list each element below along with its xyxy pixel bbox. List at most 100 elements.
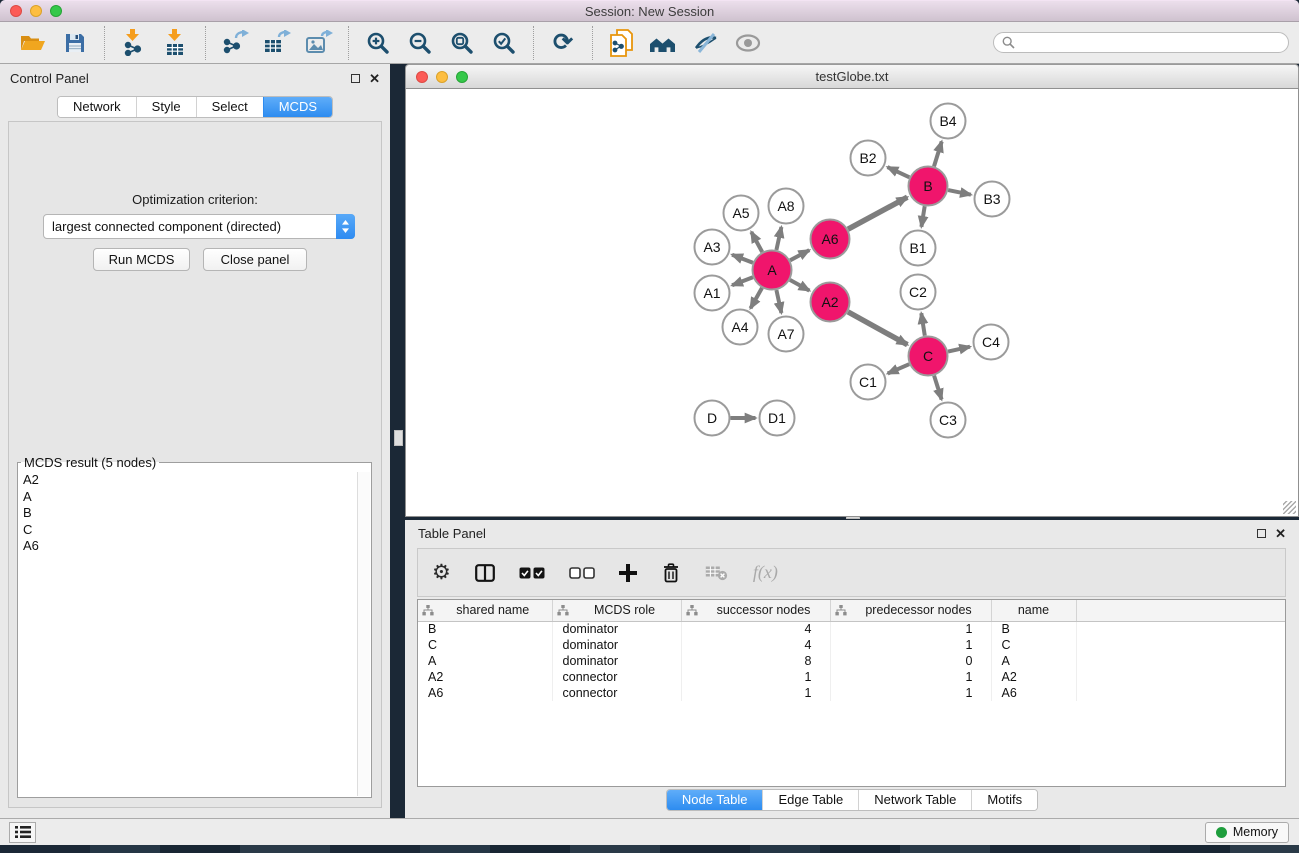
graph-node-D[interactable]: D (695, 401, 730, 436)
tab-network-table[interactable]: Network Table (858, 790, 971, 810)
graph-node-B1[interactable]: B1 (901, 231, 936, 266)
tab-node-table[interactable]: Node Table (667, 790, 763, 810)
graph-edge-A-A7[interactable] (776, 290, 781, 313)
graph-node-A[interactable]: A (753, 251, 792, 290)
graph-edge-A2-C[interactable] (848, 312, 907, 345)
graph-node-B2[interactable]: B2 (851, 141, 886, 176)
criterion-select[interactable]: largest connected component (directed) (43, 214, 355, 239)
graph-edge-B-B4[interactable] (934, 142, 942, 167)
float-table-panel-icon[interactable] (1257, 529, 1266, 538)
refresh-view-icon[interactable]: ⟳ (546, 26, 580, 60)
graph-node-B3[interactable]: B3 (975, 182, 1010, 217)
result-list-scrollbar[interactable] (357, 472, 370, 796)
import-table-icon[interactable] (159, 26, 193, 60)
memory-button[interactable]: Memory (1205, 822, 1289, 843)
home-icon[interactable] (647, 26, 681, 60)
graph-node-A1[interactable]: A1 (695, 276, 730, 311)
graph-node-A7[interactable]: A7 (769, 317, 804, 352)
graph-edge-A-A6[interactable] (790, 250, 809, 260)
graph-node-D1[interactable]: D1 (760, 401, 795, 436)
graph-edge-B-B2[interactable] (888, 167, 910, 177)
graph-edge-A6-B[interactable] (848, 197, 907, 229)
open-session-icon[interactable] (16, 26, 50, 60)
tab-select[interactable]: Select (196, 97, 263, 117)
result-item-A2[interactable]: A2 (19, 472, 357, 489)
import-network-icon[interactable] (117, 26, 151, 60)
graph-edge-A-A8[interactable] (776, 227, 781, 250)
export-network-icon[interactable] (218, 26, 252, 60)
deselect-all-checkboxes-icon[interactable] (569, 567, 595, 579)
result-item-A[interactable]: A (19, 489, 357, 506)
table-settings-gear-icon[interactable]: ⚙ (432, 562, 451, 583)
select-all-checkboxes-icon[interactable] (519, 567, 545, 579)
close-table-panel-icon[interactable]: ✕ (1275, 527, 1286, 540)
graph-node-C4[interactable]: C4 (974, 325, 1009, 360)
float-panel-icon[interactable] (351, 74, 360, 83)
graph-node-C2[interactable]: C2 (901, 275, 936, 310)
table-row[interactable]: A2connector11A2 (418, 669, 1285, 685)
window-resize-grip[interactable] (1283, 501, 1296, 514)
search-box[interactable] (993, 32, 1289, 53)
hide-graphics-details-icon[interactable] (689, 26, 723, 60)
graph-node-A2[interactable]: A2 (811, 283, 850, 322)
graph-edge-C-C2[interactable] (921, 313, 925, 336)
close-panel-icon[interactable]: ✕ (369, 72, 380, 85)
graph-edge-C-C4[interactable] (948, 347, 970, 352)
zoom-in-icon[interactable] (361, 26, 395, 60)
tab-motifs[interactable]: Motifs (971, 790, 1037, 810)
tab-network[interactable]: Network (58, 97, 136, 117)
bird-eye-view-icon[interactable] (731, 26, 765, 60)
column-header-predecessor-nodes[interactable]: predecessor nodes (830, 600, 991, 621)
export-image-icon[interactable] (302, 26, 336, 60)
graph-node-A3[interactable]: A3 (695, 230, 730, 265)
search-input[interactable] (1020, 36, 1280, 50)
graph-edge-C-C1[interactable] (888, 364, 910, 373)
show-columns-icon[interactable] (475, 564, 495, 582)
graph-node-B4[interactable]: B4 (931, 104, 966, 139)
graph-edge-A-A5[interactable] (751, 232, 762, 252)
table-row[interactable]: Cdominator41C (418, 637, 1285, 653)
delete-column-icon[interactable] (661, 562, 681, 583)
zoom-fit-icon[interactable] (445, 26, 479, 60)
table-row[interactable]: Bdominator41B (418, 621, 1285, 637)
result-item-C[interactable]: C (19, 522, 357, 539)
graph-edge-A-A1[interactable] (732, 277, 753, 285)
graph-node-A6[interactable]: A6 (811, 220, 850, 259)
graph-edge-C-C3[interactable] (934, 376, 942, 400)
run-mcds-button[interactable]: Run MCDS (93, 248, 190, 271)
network-window-titlebar[interactable]: testGlobe.txt (405, 64, 1299, 88)
graph-node-B[interactable]: B (909, 167, 948, 206)
export-table-icon[interactable] (260, 26, 294, 60)
task-history-button[interactable] (9, 822, 36, 843)
zoom-selected-icon[interactable] (487, 26, 521, 60)
graph-edge-A-A3[interactable] (732, 255, 753, 263)
function-builder-icon[interactable]: f(x) (753, 562, 778, 583)
graph-edge-B-B3[interactable] (948, 190, 971, 195)
graph-node-A5[interactable]: A5 (724, 196, 759, 231)
tab-edge-table[interactable]: Edge Table (762, 790, 858, 810)
graph-edge-A-A4[interactable] (751, 288, 763, 308)
graph-node-C1[interactable]: C1 (851, 365, 886, 400)
table-row[interactable]: Adominator80A (418, 653, 1285, 669)
graph-edge-B-B1[interactable] (921, 206, 924, 227)
close-panel-button[interactable]: Close panel (203, 248, 307, 271)
column-header-MCDS-role[interactable]: MCDS role (552, 600, 681, 621)
graph-node-A8[interactable]: A8 (769, 189, 804, 224)
column-header-successor-nodes[interactable]: successor nodes (681, 600, 830, 621)
result-item-B[interactable]: B (19, 505, 357, 522)
window-titlebar[interactable]: Session: New Session (0, 0, 1299, 22)
network-canvas[interactable]: B4 B2 B B3 A8 A5 A6 A3 B1 A C2 A1 A2 A4 A7 C4 C C1 D D1 C3 (405, 88, 1299, 517)
result-item-A6[interactable]: A6 (19, 538, 357, 555)
tab-mcds[interactable]: MCDS (263, 97, 332, 117)
graph-node-C[interactable]: C (909, 337, 948, 376)
network-from-selection-icon[interactable] (605, 26, 639, 60)
delete-table-icon[interactable] (705, 565, 729, 581)
vertical-split-handle[interactable] (394, 430, 403, 446)
graph-node-A4[interactable]: A4 (723, 310, 758, 345)
table-row[interactable]: A6connector11A6 (418, 685, 1285, 701)
zoom-out-icon[interactable] (403, 26, 437, 60)
graph-edge-A-A2[interactable] (790, 280, 810, 291)
column-header-shared-name[interactable]: shared name (418, 600, 552, 621)
graph-node-C3[interactable]: C3 (931, 403, 966, 438)
add-column-icon[interactable] (619, 564, 637, 582)
